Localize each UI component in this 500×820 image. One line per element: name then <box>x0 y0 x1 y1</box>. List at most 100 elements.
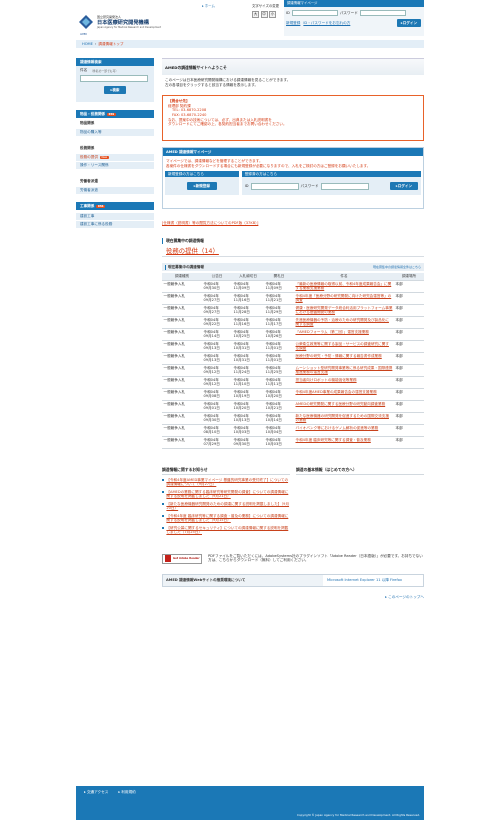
cell-pub: 令和04年 09月13日 <box>202 340 232 353</box>
cell-title[interactable]: バイオバンク等におけるゲノム解析の促進等の業務 <box>294 424 394 437</box>
mypage-id-input[interactable] <box>250 182 299 190</box>
mypage-title: AMED 調達情報マイページ <box>163 148 423 157</box>
rss-badge[interactable]: RSS <box>107 112 116 116</box>
cell-pub-text: 09月01日 <box>203 406 220 411</box>
logo-org-name: 日本医療研究開発機構 <box>97 20 149 26</box>
cell-due-text: 11月16日 <box>233 322 250 327</box>
news-item[interactable]: 【研究公募に関するセキュリティ】についての調達情報に関する説明を掲載しました（7… <box>162 526 290 535</box>
cell-place-text: 本部 <box>395 293 403 298</box>
mypage-login-box: 登録済の方はこちら ID パスワード ▸ ログイン <box>241 171 421 196</box>
cell-kind-text: 一般競争入札 <box>163 353 186 358</box>
cell-title[interactable]: 健康・医療研究開発データ統合利活用プラットフォーム事業における基盤開発の業務 <box>294 304 394 317</box>
sidebar-item-construction[interactable]: 建設工事 <box>76 213 154 220</box>
sidebar-item-dispatch[interactable]: 労働者派遣 <box>76 187 154 194</box>
cell-open-text: 10月20日 <box>265 394 282 399</box>
home-link[interactable]: ▸ ホーム <box>202 3 215 8</box>
adobe-reader-badge[interactable]: Get Adobe Reader <box>162 553 202 564</box>
cell-kind: 一般競争入札 <box>162 280 202 293</box>
cell-open-text: 11月11日 <box>265 382 282 387</box>
mypage-password-input[interactable] <box>320 182 369 190</box>
sidebar-item-goods-purchase[interactable]: 物品の購入等 <box>76 129 154 136</box>
font-size-medium-button[interactable]: 中 <box>260 11 268 18</box>
cell-title[interactable]: 令和4年度 臨床研究等に関する調査・普及業務 <box>294 436 394 449</box>
cell-pub-text: 08月10日 <box>203 430 220 435</box>
footer-link-terms[interactable]: ▸ 利用規約 <box>118 790 135 795</box>
cell-title[interactable]: 令和4年度AMED事業の成果報告会の運営支援業務 <box>294 388 394 401</box>
cell-title-text: 新たな医療機器の研究開発を促進するための国際交流支援の業務 <box>295 413 389 423</box>
mypage-new-button[interactable]: ▸ 新規登録 <box>186 182 217 191</box>
header-id-input[interactable] <box>291 10 338 16</box>
cell-due-text: 10月31日 <box>233 346 250 351</box>
cell-due-text: 10月13日 <box>233 418 250 423</box>
cell-kind-text: 一般競争入札 <box>163 365 186 370</box>
cell-pub: 令和04年 07月29日 <box>202 436 232 449</box>
col-kind: 調達種別 <box>162 273 202 281</box>
header-login-button[interactable]: ▸ ログイン <box>397 19 421 27</box>
current-all-link[interactable]: 現在募集中の調達情報全件はこちら <box>373 265 421 269</box>
search-input[interactable] <box>80 75 148 82</box>
cell-due: 令和04年 10月20日 <box>232 400 264 413</box>
table-row: 一般競争入札 令和04年 09月14日 令和04年 10月25日 令和04年 10月26日「… <box>162 328 424 341</box>
header-forgot-link[interactable]: ID・パスワードをお忘れの方 <box>303 21 350 26</box>
site-logo[interactable]: 国立研究開発法人 日本医療研究開発機構 Japan Agency for Med… <box>78 11 178 33</box>
cell-title[interactable]: ムーンショット型研究開発事業等に係る研究成果・国際連携推進業務の運営支援 <box>294 364 394 377</box>
cell-due: 令和04年 10月13日 <box>232 412 264 425</box>
sidebar-search-box: 件名 （件名の一部でも可） ▸ 検索 <box>76 66 154 102</box>
search-button[interactable]: ▸ 検索 <box>104 86 126 94</box>
cell-pub-text: 09月13日 <box>203 358 220 363</box>
cell-title[interactable]: 先進医療機器の予防・治療のための研究開発及び製品化に関する調査 <box>294 316 394 329</box>
pdf-guide-link[interactable]: [仕様書（説明書）等の閲覧方法についてのPDF版（37KB）] <box>162 221 424 226</box>
cell-open-text: 10月03日 <box>265 442 282 447</box>
sidebar-group-construction-title: 工事関係 <box>80 203 95 208</box>
cell-title[interactable]: 公衆衛生政策等に関する製品・サービスの調査研究に関する調査 <box>294 340 394 353</box>
cell-title[interactable]: 担当者向けロボットの機能強化等業務 <box>294 376 394 389</box>
breadcrumb-home[interactable]: HOME <box>82 42 93 46</box>
cell-kind-text: 一般競争入札 <box>163 293 186 298</box>
cell-title[interactable]: AMEDの研究開発に関する医療分野の研究動向調査業務 <box>294 400 394 413</box>
news-item[interactable]: 【令和4年度 臨床研究等に関する調査・普及の業務】についての調達情報に関する説明… <box>162 514 290 523</box>
sidebar-item-services[interactable]: 役務の提供 New <box>76 154 154 161</box>
current-count-link[interactable]: 役務の提供（14） <box>162 246 424 258</box>
cell-open-text: 10月26日 <box>265 334 282 339</box>
cell-pub-text: 09月12日 <box>203 370 220 375</box>
cell-title[interactable]: 新たな医療機器の研究開発を促進するための国際交流支援の業務 <box>294 412 394 425</box>
cell-open-text: 11月01日 <box>265 346 282 351</box>
header-new-register-link[interactable]: 新規登録 <box>286 21 300 26</box>
mypage-login-button[interactable]: ▸ ログイン <box>390 182 418 191</box>
font-size-large-button[interactable]: 大 <box>252 11 259 18</box>
col-pub: 公告日 <box>202 273 232 281</box>
cell-kind: 一般競争入札 <box>162 352 202 365</box>
cell-open: 令和04年 10月14日 <box>264 412 294 425</box>
rss-badge[interactable]: RSS <box>96 204 105 208</box>
footer-link-access[interactable]: ▸ 交通アクセス <box>84 790 108 795</box>
env-value: Microsoft Internet Explorer 11 以降 Firefo… <box>327 577 402 582</box>
news-section: 調達情報に関するお知らせ 【令和4年度AMED事業マイページ 基盤的研究事業の受… <box>162 467 290 538</box>
page-top-link[interactable]: ▸ このページのトップへ <box>162 595 424 600</box>
cell-kind-text: 一般競争入札 <box>163 413 186 418</box>
header-password-input[interactable] <box>359 10 406 16</box>
basics-title[interactable]: 調達の基本情報（はじめての方へ） <box>296 467 424 475</box>
cell-due-text: 10月31日 <box>233 358 250 363</box>
cell-pub: 令和04年 09月12日 <box>202 376 232 389</box>
cell-due: 令和04年 10月31日 <box>232 352 264 365</box>
welcome-text: このページは日本医療研究開発機構における調達情報を見ることができます。 左の各項… <box>162 75 424 87</box>
cell-place-text: 本部 <box>395 281 403 286</box>
font-size-small-button[interactable]: 小 <box>269 11 276 18</box>
news-item[interactable]: 【令和4年度AMED事業マイページ 基盤的研究事業の受付終了】についての調達情報… <box>162 478 290 487</box>
cell-title[interactable]: 「最新の医療情報の取得以前、令和4年度成果報告会」に関する業務支援業務 <box>294 280 394 293</box>
cell-title[interactable]: 令和4年度「医療分野の研究開発に向けた研究会運営等」の調査 <box>294 292 394 305</box>
cell-kind-text: 一般競争入札 <box>163 377 186 382</box>
news-item[interactable]: 【AMEDの業務に関する臨床研究等研究開発の調査】についての調達情報に関する説明… <box>162 490 290 499</box>
sidebar-item-lease[interactable]: 操作・リース関係 <box>76 162 154 169</box>
header-id-label: ID <box>286 11 290 15</box>
cell-title[interactable]: 「AMEDフォーラム（第二回）」運営支援業務 <box>294 328 394 341</box>
sidebar-item-construction-services[interactable]: 建設工事に係る役務 <box>76 221 154 228</box>
news-item[interactable]: 【新たな医療機器研究開発のための調達に関する説明を掲載しました】（9月20日） <box>162 502 290 511</box>
cell-title-text: 「AMEDフォーラム（第二回）」運営支援業務 <box>295 329 369 334</box>
cell-title[interactable]: 医療分野の研究・予防・情報に関する報告書作成業務 <box>294 352 394 365</box>
cell-place-text: 本部 <box>395 401 403 406</box>
current-title-text: 現在募集中の調達情報 <box>166 238 204 244</box>
cell-open: 令和04年 10月26日 <box>264 328 294 341</box>
cell-place-text: 本部 <box>395 437 403 442</box>
header-login-label: ログイン <box>402 20 418 25</box>
